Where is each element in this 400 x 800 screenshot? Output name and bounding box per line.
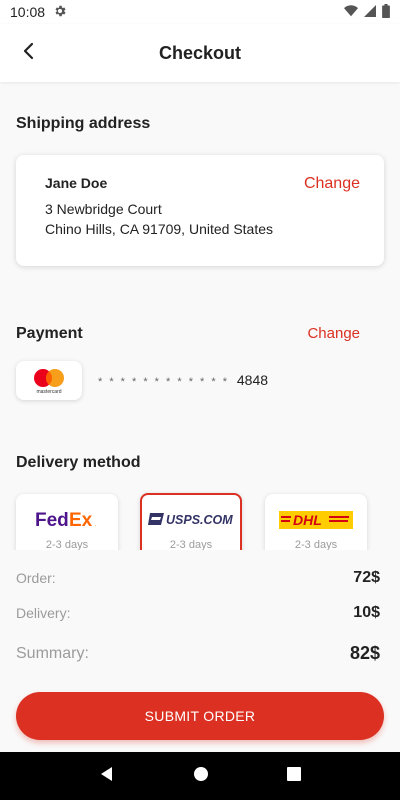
delivery-section-title: Delivery method bbox=[16, 454, 141, 471]
summary-row: Summary: 82$ bbox=[16, 643, 380, 664]
recipient-name: Jane Doe bbox=[45, 175, 108, 191]
svg-text:Fed: Fed bbox=[35, 510, 69, 530]
wifi-icon bbox=[344, 4, 358, 20]
delivery-label: Delivery: bbox=[16, 605, 71, 621]
order-row: Order: 72$ bbox=[16, 569, 380, 587]
delivery-value: 10$ bbox=[353, 604, 380, 621]
payment-section-title: Payment bbox=[16, 325, 83, 342]
svg-text:Ex: Ex bbox=[69, 510, 93, 530]
delivery-option-usps[interactable]: USPS.COM 2-3 days bbox=[140, 493, 242, 550]
shipping-section-title: Shipping address bbox=[16, 115, 151, 132]
order-label: Order: bbox=[16, 570, 56, 586]
address-line1: 3 Newbridge Court bbox=[45, 201, 162, 217]
mastercard-wordmark: mastercard bbox=[36, 389, 62, 395]
change-payment-button[interactable]: Change bbox=[307, 325, 360, 342]
system-nav-bar bbox=[0, 752, 400, 800]
svg-text:DHL: DHL bbox=[293, 512, 322, 528]
delivery-days: 2-3 days bbox=[45, 539, 89, 550]
delivery-row: Delivery: 10$ bbox=[16, 604, 380, 622]
delivery-options: Fed Ex . 2-3 days USPS.COM 2-3 days DHL bbox=[0, 485, 400, 550]
summary-value: 82$ bbox=[349, 643, 380, 663]
svg-text:USPS.COM: USPS.COM bbox=[166, 513, 233, 527]
card-last4: 4848 bbox=[236, 372, 269, 388]
card-number: * * * * * * * * * * * * 4848 bbox=[98, 372, 268, 388]
arrow-left-icon bbox=[21, 42, 37, 65]
gear-icon bbox=[53, 4, 67, 21]
back-triangle-icon[interactable] bbox=[99, 766, 115, 787]
card-mask: * * * * * * * * * * * * bbox=[98, 376, 229, 388]
app-bar: Checkout bbox=[0, 24, 400, 82]
signal-icon bbox=[364, 4, 376, 20]
battery-icon bbox=[382, 3, 390, 21]
status-bar: 10:08 bbox=[0, 0, 400, 24]
back-button[interactable] bbox=[16, 40, 42, 66]
home-circle-icon[interactable] bbox=[193, 766, 209, 787]
usps-logo: USPS.COM bbox=[142, 509, 240, 529]
delivery-option-fedex[interactable]: Fed Ex . 2-3 days bbox=[16, 494, 118, 550]
summary-label: Summary: bbox=[16, 644, 89, 662]
submit-order-button[interactable]: SUBMIT ORDER bbox=[16, 692, 384, 740]
svg-text:.: . bbox=[95, 522, 96, 528]
status-time: 10:08 bbox=[10, 4, 46, 20]
delivery-option-dhl[interactable]: DHL 2-3 days bbox=[265, 494, 367, 550]
fedex-logo: Fed Ex . bbox=[16, 510, 118, 530]
shipping-address-card: Jane Doe 3 Newbridge Court Chino Hills, … bbox=[16, 155, 384, 266]
delivery-days: 2-3 days bbox=[294, 539, 338, 550]
address-line2: Chino Hills, CA 91709, United States bbox=[45, 221, 274, 237]
page-title: Checkout bbox=[158, 42, 241, 63]
change-address-button[interactable]: Change bbox=[304, 175, 360, 193]
mastercard-logo: mastercard bbox=[16, 361, 82, 400]
recents-square-icon[interactable] bbox=[287, 766, 301, 786]
delivery-days: 2-3 days bbox=[169, 539, 213, 550]
order-value: 72$ bbox=[353, 569, 380, 586]
dhl-logo: DHL bbox=[265, 510, 367, 530]
